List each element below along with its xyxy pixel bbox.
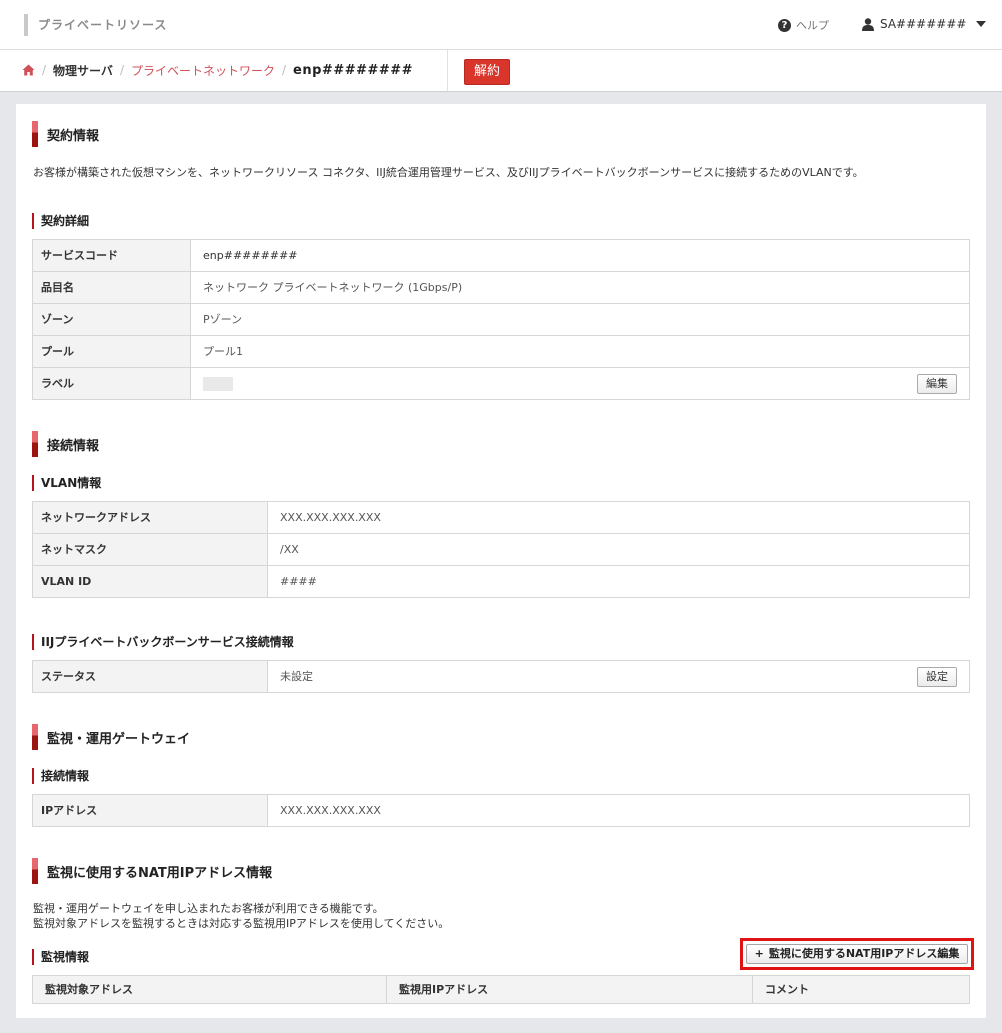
row-value: 編集 <box>191 368 969 399</box>
row-label: プール <box>33 336 191 367</box>
section-marker <box>32 121 38 147</box>
row-value: XXX.XXX.XXX.XXX <box>280 804 381 817</box>
table-row: サービスコード enp######## <box>33 240 969 272</box>
breadcrumb-private-network[interactable]: プライベートネットワーク <box>131 62 275 79</box>
breadcrumb-physical-server[interactable]: 物理サーバ <box>53 62 113 79</box>
table-row: プール プール1 <box>33 336 969 368</box>
breadcrumb-separator: / <box>42 63 47 77</box>
row-label: ネットワークアドレス <box>33 502 268 533</box>
breadcrumb: / 物理サーバ / プライベートネットワーク / enp######## <box>22 50 413 90</box>
user-name: SA####### <box>880 17 967 31</box>
settings-button[interactable]: 設定 <box>917 667 957 687</box>
edit-label-button[interactable]: 編集 <box>917 374 957 394</box>
row-value: /XX <box>280 543 299 556</box>
table-row: VLAN ID #### <box>33 566 969 598</box>
vlan-heading: VLAN情報 <box>32 475 101 491</box>
table-row: 品目名 ネットワーク プライベートネットワーク (1Gbps/P) <box>33 272 969 304</box>
nat-edit-button[interactable]: + 監視に使用するNAT用IPアドレス編集 <box>746 944 968 964</box>
row-label: VLAN ID <box>33 566 268 597</box>
section-marker <box>32 724 38 750</box>
breadcrumb-divider <box>447 50 448 91</box>
help-label: ヘルプ <box>796 19 829 32</box>
row-value: Pゾーン <box>203 313 243 326</box>
row-value: 未設定 設定 <box>268 661 969 692</box>
label-value-masked <box>203 377 233 391</box>
row-label: ラベル <box>33 368 191 399</box>
gateway-connection-heading: 接続情報 <box>32 768 89 784</box>
nat-edit-highlight: + 監視に使用するNAT用IPアドレス編集 <box>740 938 974 970</box>
breadcrumb-current: enp######## <box>293 62 414 78</box>
backbone-heading: IIJプライベートバックボーンサービス接続情報 <box>32 634 294 650</box>
table-row: ステータス 未設定 設定 <box>33 661 969 693</box>
top-bar: プライベートリソース ? ヘルプ SA####### <box>0 0 1002 50</box>
section-title: 接続情報 <box>47 438 100 454</box>
question-circle-icon: ? <box>778 18 791 32</box>
cancel-contract-button[interactable]: 解約 <box>464 59 510 85</box>
section-title: 契約情報 <box>47 128 100 144</box>
nat-edit-button-label: 監視に使用するNAT用IPアドレス編集 <box>768 947 960 960</box>
table-row: ラベル 編集 <box>33 368 969 400</box>
gateway-table: IPアドレス XXX.XXX.XXX.XXX <box>32 794 970 827</box>
row-label: サービスコード <box>33 240 191 271</box>
row-value: XXX.XXX.XXX.XXX <box>280 511 381 524</box>
row-value: #### <box>280 575 317 588</box>
monitor-heading: 監視情報 <box>32 949 89 965</box>
row-value: enp######## <box>203 249 298 262</box>
nat-description-line2: 監視対象アドレスを監視するときは対応する監視用IPアドレスを使用してください。 <box>33 917 450 930</box>
contract-detail-table: サービスコード enp######## 品目名 ネットワーク プライベートネット… <box>32 239 970 400</box>
contract-section-heading: 契約情報 <box>32 121 99 147</box>
plus-icon: + <box>754 947 764 960</box>
row-label: ステータス <box>33 661 268 692</box>
section-title: 監視に使用するNAT用IPアドレス情報 <box>47 865 273 881</box>
nat-description-line1: 監視・運用ゲートウェイを申し込まれたお客様が利用できる機能です。 <box>33 902 384 915</box>
row-label: 品目名 <box>33 272 191 303</box>
nat-section-heading: 監視に使用するNAT用IPアドレス情報 <box>32 858 272 884</box>
table-row: ゾーン Pゾーン <box>33 304 969 336</box>
table-row: ネットマスク /XX <box>33 534 969 566</box>
help-link[interactable]: ? ヘルプ <box>778 17 829 33</box>
contract-detail-heading: 契約詳細 <box>32 213 89 229</box>
contract-description: お客様が構築された仮想マシンを、ネットワークリソース コネクタ、IIJ統合運用管… <box>33 166 864 179</box>
row-label: IPアドレス <box>33 795 268 826</box>
section-marker <box>32 858 38 884</box>
user-menu[interactable]: SA####### <box>862 17 987 31</box>
table-row: IPアドレス XXX.XXX.XXX.XXX <box>33 795 969 827</box>
row-value: ネットワーク プライベートネットワーク (1Gbps/P) <box>203 281 463 294</box>
connection-section-heading: 接続情報 <box>32 431 99 457</box>
column-header-monitor-ip[interactable]: 監視用IPアドレス <box>387 976 753 1003</box>
main-panel: 契約情報 お客様が構築された仮想マシンを、ネットワークリソース コネクタ、IIJ… <box>16 104 986 1018</box>
row-label: ゾーン <box>33 304 191 335</box>
breadcrumb-separator: / <box>282 63 287 77</box>
breadcrumb-separator: / <box>119 63 124 77</box>
nat-description: 監視・運用ゲートウェイを申し込まれたお客様が利用できる機能です。 監視対象アドレ… <box>33 901 449 931</box>
vlan-table: ネットワークアドレス XXX.XXX.XXX.XXX ネットマスク /XX VL… <box>32 501 970 598</box>
section-marker <box>32 431 38 457</box>
table-row: ネットワークアドレス XXX.XXX.XXX.XXX <box>33 502 969 534</box>
gateway-section-heading: 監視・運用ゲートウェイ <box>32 724 190 750</box>
column-header-target-address[interactable]: 監視対象アドレス <box>33 976 387 1003</box>
caret-down-icon <box>976 21 987 27</box>
home-icon[interactable] <box>22 64 35 76</box>
monitor-table-header: 監視対象アドレス 監視用IPアドレス コメント <box>32 975 970 1004</box>
status-value: 未設定 <box>280 670 313 683</box>
row-value: プール1 <box>203 345 243 358</box>
column-header-comment[interactable]: コメント <box>753 976 969 1003</box>
backbone-table: ステータス 未設定 設定 <box>32 660 970 693</box>
user-icon <box>862 17 874 31</box>
row-label: ネットマスク <box>33 534 268 565</box>
app-title: プライベートリソース <box>24 14 167 36</box>
section-title: 監視・運用ゲートウェイ <box>47 731 191 747</box>
